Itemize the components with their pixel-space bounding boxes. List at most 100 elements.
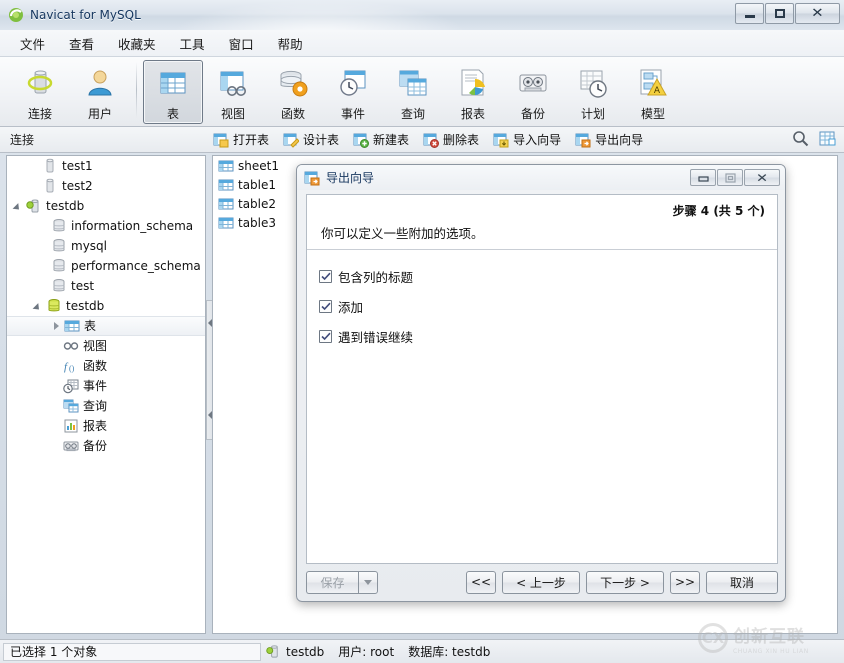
open-table-button[interactable]: 打开表	[207, 129, 275, 151]
search-icon[interactable]	[792, 130, 809, 150]
save-button-group[interactable]: 保存	[306, 570, 378, 594]
view-icon	[217, 67, 249, 99]
last-step-button[interactable]: >>	[670, 570, 700, 594]
design-table-button[interactable]: 设计表	[277, 129, 345, 151]
expander-placeholder	[29, 160, 41, 172]
table-icon	[218, 196, 234, 212]
view-glasses-icon	[63, 338, 79, 354]
dialog-close-button[interactable]: ✕	[744, 169, 780, 186]
dialog-divider	[307, 249, 777, 250]
status-selection: 已选择 1 个对象	[3, 642, 261, 661]
toolbar-separator	[136, 62, 137, 118]
checkbox-checked-icon[interactable]	[319, 329, 332, 343]
checkbox-checked-icon[interactable]	[319, 299, 332, 313]
toolbar-label: 备份	[520, 107, 545, 121]
tree-item-information-schema[interactable]: information_schema	[7, 216, 205, 236]
save-button[interactable]: 保存	[306, 570, 358, 594]
cancel-button[interactable]: 取消	[706, 570, 778, 594]
maximize-button[interactable]	[765, 3, 794, 24]
tree-item-performance-schema[interactable]: performance_schema	[7, 256, 205, 276]
backup-icon	[63, 438, 79, 454]
checkbox-append[interactable]: 添加	[319, 295, 413, 317]
connection-tree-panel[interactable]: test1 test2 testdb information_schema my…	[6, 155, 206, 634]
connection-icon	[24, 67, 56, 99]
tree-item-label: performance_schema	[71, 259, 201, 273]
close-button[interactable]: ✕	[795, 3, 840, 24]
expander-closed-icon[interactable]	[51, 320, 63, 332]
toolbar-button-report[interactable]: 报表	[443, 60, 503, 124]
status-right-group: testdb 用户: root 数据库: testdb	[266, 643, 490, 660]
tree-item-testdb-database[interactable]: testdb	[7, 296, 205, 316]
table-icon	[64, 318, 80, 334]
toolbar-button-model[interactable]: A 模型	[623, 60, 683, 124]
new-table-button[interactable]: 新建表	[347, 129, 415, 151]
menu-item-tools[interactable]: 工具	[168, 30, 217, 57]
navicat-window: Navicat for MySQL ✕ 文件 查看 收藏夹 工具 窗口 帮助 连…	[0, 0, 844, 663]
tree-item-reports[interactable]: 报表	[7, 416, 205, 436]
database-gray-icon	[51, 258, 67, 274]
menu-item-file[interactable]: 文件	[8, 30, 57, 57]
toolbar-label: 函数	[280, 107, 305, 121]
grid-view-icon[interactable]	[819, 130, 836, 150]
menu-item-help[interactable]: 帮助	[266, 30, 315, 57]
menu-bar: 文件 查看 收藏夹 工具 窗口 帮助	[0, 30, 844, 57]
tree-item-queries[interactable]: 查询	[7, 396, 205, 416]
first-step-button[interactable]: <<	[466, 570, 496, 594]
dialog-description: 你可以定义一些附加的选项。	[321, 226, 484, 241]
dialog-header-zone: 步骤 4 (共 5 个) 你可以定义一些附加的选项。	[307, 195, 777, 249]
toolbar-button-table[interactable]: 表	[143, 60, 203, 124]
import-wizard-button[interactable]: 导入向导	[487, 129, 567, 151]
expander-open-icon[interactable]	[13, 200, 25, 212]
list-item-label: table1	[238, 177, 277, 192]
dialog-title-bar: 导出向导 ✕	[297, 165, 785, 190]
minimize-button[interactable]	[735, 3, 764, 24]
toolbar-button-function[interactable]: 函数	[263, 60, 323, 124]
toolbar-button-connection[interactable]: 连接	[10, 60, 70, 124]
save-dropdown-button[interactable]	[358, 570, 378, 594]
next-step-button[interactable]: 下一步 >	[586, 570, 664, 594]
previous-step-button[interactable]: < 上一步	[502, 570, 580, 594]
window-controls: ✕	[734, 3, 840, 24]
tree-item-label: 视图	[83, 339, 108, 353]
tree-item-backups[interactable]: 备份	[7, 436, 205, 456]
checkbox-continue-on-error[interactable]: 遇到错误继续	[319, 325, 413, 347]
toolbar-label: 计划	[580, 107, 605, 121]
toolbar-button-user[interactable]: 用户	[70, 60, 130, 124]
schedule-icon	[577, 67, 609, 99]
event-icon	[63, 378, 79, 394]
tree-item-test1[interactable]: test1	[7, 156, 205, 176]
window-title: Navicat for MySQL	[30, 8, 141, 22]
dialog-minimize-button[interactable]	[690, 169, 716, 186]
svg-text:(): ()	[69, 364, 75, 373]
sub-toolbar-label: 打开表	[233, 133, 270, 147]
export-wizard-button[interactable]: 导出向导	[569, 129, 649, 151]
new-table-icon	[353, 132, 370, 148]
checkbox-include-column-titles[interactable]: 包含列的标题	[319, 265, 413, 287]
toolbar-button-query[interactable]: 查询	[383, 60, 443, 124]
dialog-maximize-button[interactable]	[717, 169, 743, 186]
tree-item-events[interactable]: 事件	[7, 376, 205, 396]
tree-item-test2[interactable]: test2	[7, 176, 205, 196]
toolbar-button-view[interactable]: 视图	[203, 60, 263, 124]
checkbox-label: 遇到错误继续	[338, 329, 414, 345]
menu-item-window[interactable]: 窗口	[217, 30, 266, 57]
toolbar-button-schedule[interactable]: 计划	[563, 60, 623, 124]
toolbar-button-backup[interactable]: 备份	[503, 60, 563, 124]
delete-table-button[interactable]: 删除表	[417, 129, 485, 151]
tree-item-tables[interactable]: 表	[7, 316, 205, 336]
list-item-label: table2	[238, 196, 277, 211]
toolbar-label: 视图	[220, 107, 245, 121]
menu-item-favorites[interactable]: 收藏夹	[106, 30, 168, 57]
tree-item-test[interactable]: test	[7, 276, 205, 296]
tree-item-mysql[interactable]: mysql	[7, 236, 205, 256]
expander-open-icon[interactable]	[33, 300, 45, 312]
tree-item-functions[interactable]: f() 函数	[7, 356, 205, 376]
options-checkbox-list: 包含列的标题 添加 遇到错误继续	[319, 265, 413, 355]
tree-item-testdb-connection[interactable]: testdb	[7, 196, 205, 216]
checkbox-checked-icon[interactable]	[319, 269, 332, 283]
checkbox-label: 包含列的标题	[338, 269, 414, 285]
toolbar-button-event[interactable]: 事件	[323, 60, 383, 124]
tree-item-views[interactable]: 视图	[7, 336, 205, 356]
menu-item-view[interactable]: 查看	[57, 30, 106, 57]
sub-toolbar-section-label: 连接	[10, 133, 35, 147]
